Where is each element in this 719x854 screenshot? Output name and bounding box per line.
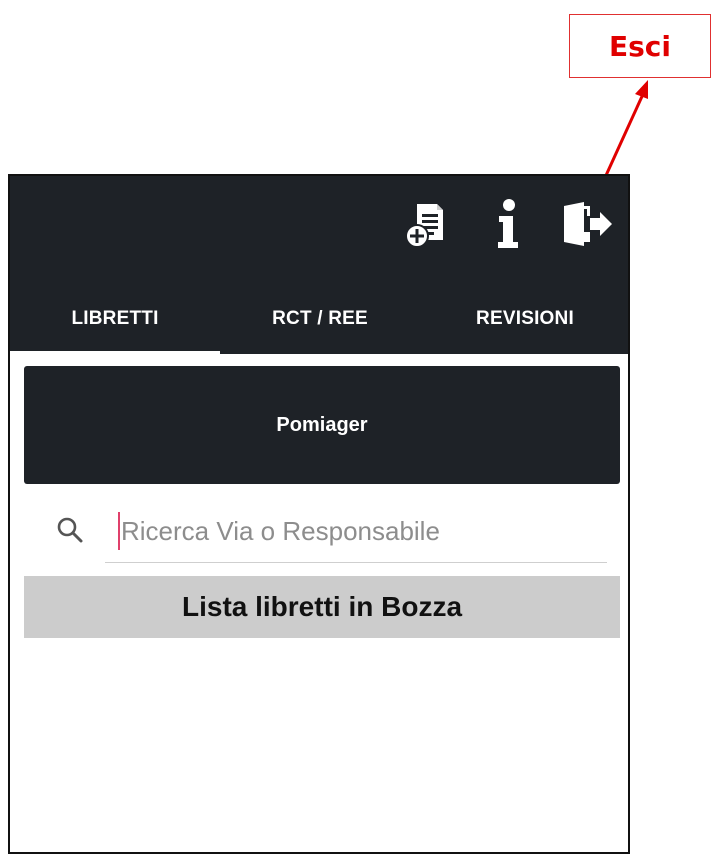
tab-bar: LIBRETTI RCT / REE REVISIONI [10, 284, 628, 354]
tab-revisioni-label: REVISIONI [476, 308, 574, 329]
search-input[interactable] [121, 510, 601, 552]
info-icon[interactable] [493, 198, 523, 252]
tab-libretti-label: LIBRETTI [71, 308, 159, 329]
exit-icon[interactable] [560, 202, 616, 246]
esci-callout-label: Esci [609, 29, 671, 63]
search-icon[interactable] [56, 516, 84, 544]
tab-rct-ree-label: RCT / REE [272, 308, 368, 329]
list-title: Lista libretti in Bozza [181, 591, 463, 622]
esci-callout: Esci [569, 14, 711, 78]
tab-rct-ree[interactable]: RCT / REE [220, 284, 420, 354]
app-bar: LIBRETTI RCT / REE REVISIONI [10, 176, 628, 354]
app-screen: LIBRETTI RCT / REE REVISIONI Pomiager Li… [8, 174, 630, 854]
tab-revisioni[interactable]: REVISIONI [420, 284, 628, 354]
search-bar [10, 494, 628, 566]
account-header[interactable]: Pomiager [24, 366, 620, 484]
search-underline [105, 562, 607, 563]
libretti-list [10, 648, 628, 848]
list-title-banner: Lista libretti in Bozza [24, 576, 620, 638]
account-name: Pomiager [276, 413, 368, 436]
text-cursor [118, 512, 120, 550]
selected-tab-indicator [10, 351, 220, 354]
tab-libretti[interactable]: LIBRETTI [10, 284, 220, 354]
add-document-icon[interactable] [403, 200, 447, 248]
